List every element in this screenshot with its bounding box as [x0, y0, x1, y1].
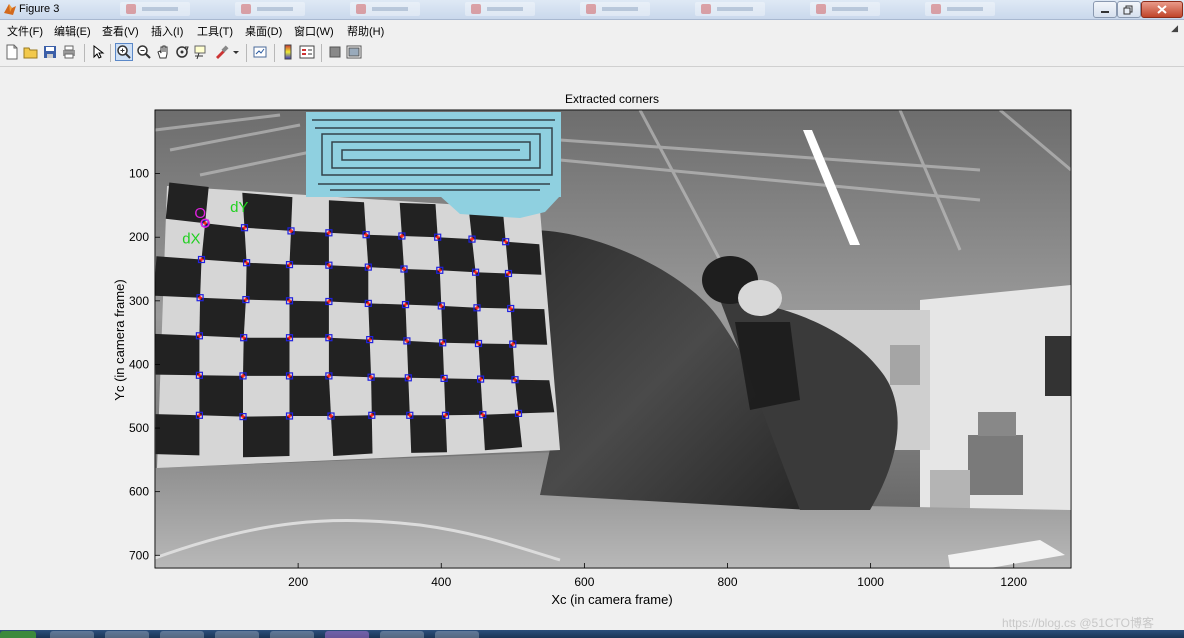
print-icon[interactable]: [61, 44, 77, 60]
menu-edit[interactable]: 编辑(E): [54, 23, 91, 39]
menu-file[interactable]: 文件(F): [7, 23, 43, 39]
checkerboard-square: [199, 297, 246, 338]
show-plot-tools-icon[interactable]: [346, 44, 362, 60]
x-axis-label: Xc (in camera frame): [551, 592, 672, 607]
window-title-bar: Figure 3: [0, 0, 1184, 20]
menu-view[interactable]: 查看(V): [102, 23, 139, 39]
checkerboard-square: [475, 272, 511, 309]
y-tick-label: 100: [129, 167, 149, 181]
figure-toolbar: [0, 40, 1184, 67]
checkerboard-square: [328, 265, 369, 304]
checkerboard-square: [515, 379, 555, 414]
minimize-icon: [1101, 11, 1109, 13]
pan-hand-icon[interactable]: [155, 44, 171, 60]
checkerboard-square: [289, 300, 329, 338]
window-title: Figure 3: [19, 3, 60, 15]
camera-image: [155, 110, 1071, 568]
brush-icon[interactable]: [213, 44, 229, 60]
chevron-down-icon[interactable]: [231, 44, 241, 60]
checkerboard-square: [510, 308, 548, 345]
x-tick-label: 800: [717, 575, 737, 589]
close-button[interactable]: [1141, 1, 1183, 18]
y-axis-label: Yc (in camera frame): [112, 279, 127, 400]
checkerboard-square: [155, 414, 200, 456]
y-tick-label: 700: [129, 548, 149, 562]
x-tick-label: 600: [574, 575, 594, 589]
close-icon: [1157, 5, 1167, 14]
checkerboard-square: [242, 192, 293, 231]
annotation-label: O: [194, 205, 206, 222]
restore-icon: [1123, 5, 1133, 15]
open-file-icon[interactable]: [23, 44, 39, 60]
checkerboard-square: [482, 413, 523, 451]
y-tick-label: 400: [129, 357, 149, 371]
checkerboard-square: [245, 262, 290, 301]
checkerboard-square: [478, 343, 515, 380]
checkerboard-square: [441, 305, 479, 344]
zoom-in-icon[interactable]: [115, 43, 133, 61]
checkerboard-square: [201, 223, 247, 263]
watermark: https://blog.cs @51CTO博客: [1001, 616, 1154, 630]
x-tick-label: 1000: [857, 575, 884, 589]
hide-plot-tools-icon[interactable]: [327, 44, 343, 60]
background-taskbar-tabs: [120, 2, 1080, 17]
checkerboard-square: [331, 415, 373, 456]
maximize-button[interactable]: [1117, 1, 1141, 18]
menu-tools[interactable]: 工具(T): [197, 23, 233, 39]
checkerboard-square: [199, 375, 243, 417]
legend-icon[interactable]: [299, 44, 315, 60]
data-cursor-icon[interactable]: [193, 44, 209, 60]
checkerboard-square: [404, 269, 442, 306]
checkerboard-square: [155, 333, 200, 376]
annotation-label: dX: [182, 231, 200, 248]
checkerboard-square: [289, 230, 329, 266]
menu-desktop[interactable]: 桌面(D): [245, 23, 282, 39]
annotation-label: dY: [230, 199, 248, 216]
y-tick-label: 300: [129, 294, 149, 308]
save-icon[interactable]: [42, 44, 58, 60]
x-tick-label: 1200: [1000, 575, 1027, 589]
y-tick-label: 200: [129, 230, 149, 244]
checkerboard-square: [328, 200, 367, 235]
checkerboard-square: [243, 337, 290, 376]
checkerboard-square: [155, 256, 202, 298]
link-plot-icon[interactable]: [252, 44, 268, 60]
menu-bar: 文件(F) 编辑(E) 查看(V) 插入(I) 工具(T) 桌面(D) 窗口(W…: [0, 20, 1184, 39]
y-tick-label: 500: [129, 421, 149, 435]
checkerboard-square: [368, 303, 407, 341]
minimize-button[interactable]: [1093, 1, 1117, 18]
checkerboard-square: [328, 337, 372, 378]
checkerboard-square: [505, 241, 542, 275]
matlab-icon: [4, 4, 16, 15]
edit-plot-arrow-icon[interactable]: [90, 44, 106, 60]
checkerboard-square: [444, 378, 483, 416]
checkerboard-square: [409, 415, 447, 453]
checkerboard-square: [289, 375, 331, 416]
rotate-3d-icon[interactable]: [174, 44, 190, 60]
checkerboard-square: [371, 377, 410, 416]
menu-insert[interactable]: 插入(I): [151, 23, 183, 39]
figure-axes: OdY dX 200 400 600 800 1000 1200 100 200 300 400 5…: [112, 92, 1072, 607]
checkerboard-square: [399, 202, 438, 238]
new-figure-icon[interactable]: [4, 44, 20, 60]
checkerboard-square: [243, 416, 290, 458]
colorbar-icon[interactable]: [280, 44, 296, 60]
small-arrow-icon[interactable]: ◢: [1171, 23, 1178, 34]
menu-help[interactable]: 帮助(H): [347, 23, 384, 39]
x-tick-label: 400: [431, 575, 451, 589]
os-taskbar: [0, 630, 1184, 638]
chart-title: Extracted corners: [565, 92, 659, 106]
checkerboard-square: [406, 340, 445, 379]
x-tick-label: 200: [288, 575, 308, 589]
menu-window[interactable]: 窗口(W): [294, 23, 334, 39]
zoom-out-icon[interactable]: [136, 44, 152, 60]
y-tick-label: 600: [129, 485, 149, 499]
